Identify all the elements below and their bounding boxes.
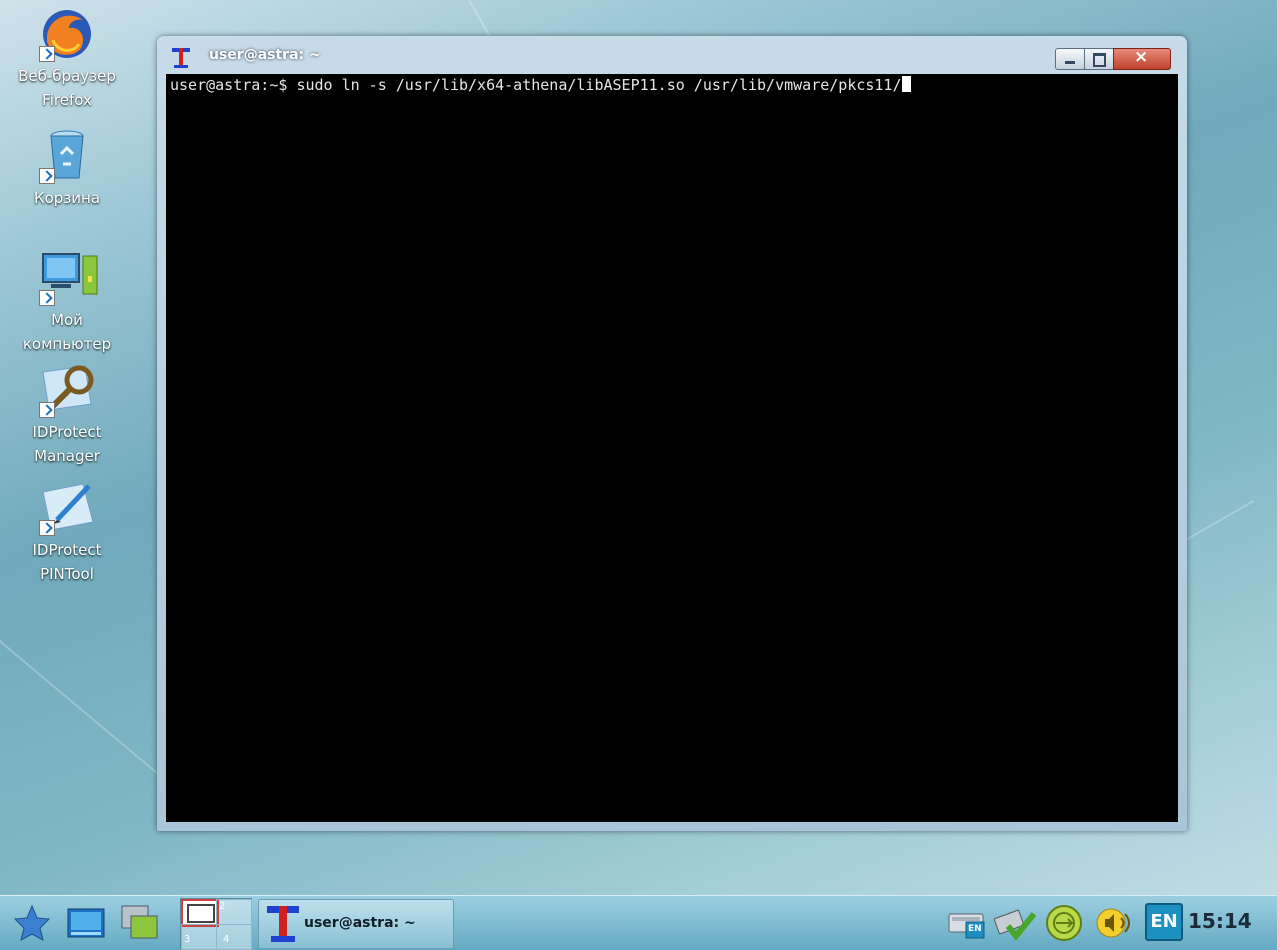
checkmark-icon <box>993 909 1037 941</box>
desktop-icon <box>67 908 105 938</box>
language-indicator[interactable]: EN <box>1145 903 1183 941</box>
minimize-button[interactable] <box>1055 48 1085 70</box>
terminal-command-line: user@astra:~$ sudo ln -s /usr/lib/x64-at… <box>170 76 911 94</box>
window-title: user@astra: ~ <box>209 47 321 63</box>
show-desktop-button[interactable] <box>67 908 105 942</box>
desktop-icon-label: IDProtect Manager <box>32 423 102 465</box>
terminal-window[interactable]: user@astra: ~ × user@astra:~$ sudo ln -s… <box>157 36 1187 831</box>
terminal-output[interactable]: user@astra:~$ sudo ln -s /usr/lib/x64-at… <box>166 74 1178 822</box>
star-icon <box>13 904 51 941</box>
keyboard-layout-tray[interactable]: EN <box>948 906 986 944</box>
windows-icon <box>121 905 158 939</box>
network-icon <box>1046 905 1082 941</box>
workspace-1[interactable] <box>181 899 219 927</box>
volume-tray-button[interactable] <box>1095 904 1137 946</box>
taskbar-task-terminal[interactable]: user@astra: ~ <box>258 899 454 949</box>
workspace-number: 4 <box>223 934 230 945</box>
volume-icon <box>1096 908 1130 938</box>
window-list-button[interactable] <box>121 905 159 945</box>
maximize-icon <box>1093 53 1106 67</box>
workspace-2[interactable]: 2 <box>216 899 252 925</box>
desktop-icon-label: IDProtect PINTool <box>32 541 102 583</box>
maximize-button[interactable] <box>1084 48 1114 70</box>
close-button[interactable]: × <box>1113 47 1171 70</box>
text-cursor <box>901 76 911 92</box>
terminal-prompt: user@astra:~$ <box>170 76 297 94</box>
desktop-icon-firefox[interactable]: Веб-браузер Firefox <box>8 6 126 112</box>
computer-icon <box>39 250 98 306</box>
terminal-command: sudo ln -s /usr/lib/x64-athena/libASEP11… <box>296 76 902 94</box>
workspace-number: 3 <box>184 934 191 945</box>
keyboard-layout-label: EN <box>968 924 982 934</box>
desktop-icon-label: Мой компьютер <box>22 311 112 353</box>
terminal-app-icon <box>171 47 191 69</box>
workspace-1-preview-icon <box>187 904 215 923</box>
clock[interactable]: 15:14 <box>1188 909 1252 933</box>
desktop-icon-idprotect-manager[interactable]: IDProtect Manager <box>8 362 126 468</box>
workspace-4[interactable]: 4 <box>216 924 252 950</box>
desktop-icon-idprotect-pintool[interactable]: IDProtect PINTool <box>8 480 126 586</box>
minimize-icon <box>1065 61 1075 64</box>
workspace-pager[interactable]: 2 3 4 <box>180 898 252 950</box>
desktop-icon-label: Корзина <box>33 189 101 207</box>
desktop-icon-trash[interactable]: Корзина <box>8 128 126 210</box>
desktop-icon-computer[interactable]: Мой компьютер <box>8 250 126 356</box>
trash-icon <box>39 128 95 184</box>
close-icon: × <box>1134 47 1149 67</box>
firefox-icon <box>39 6 95 62</box>
idprotect-manager-icon <box>39 362 95 418</box>
terminal-app-icon <box>267 906 299 942</box>
window-titlebar[interactable]: user@astra: ~ × <box>157 36 1187 74</box>
idprotect-pintool-icon <box>39 480 95 536</box>
keyboard-icon <box>948 913 985 939</box>
desktop-icon-label: Веб-браузер Firefox <box>18 67 116 109</box>
workspace-3[interactable]: 3 <box>181 924 217 950</box>
taskbar: 2 3 4 user@astra: ~ EN EN 15:14 <box>0 895 1277 950</box>
workspace-number: 2 <box>219 901 226 912</box>
start-menu-button[interactable] <box>13 904 51 946</box>
taskbar-task-label: user@astra: ~ <box>304 915 416 931</box>
update-tray-button[interactable] <box>993 904 1037 946</box>
network-tray-button[interactable] <box>1044 904 1084 946</box>
